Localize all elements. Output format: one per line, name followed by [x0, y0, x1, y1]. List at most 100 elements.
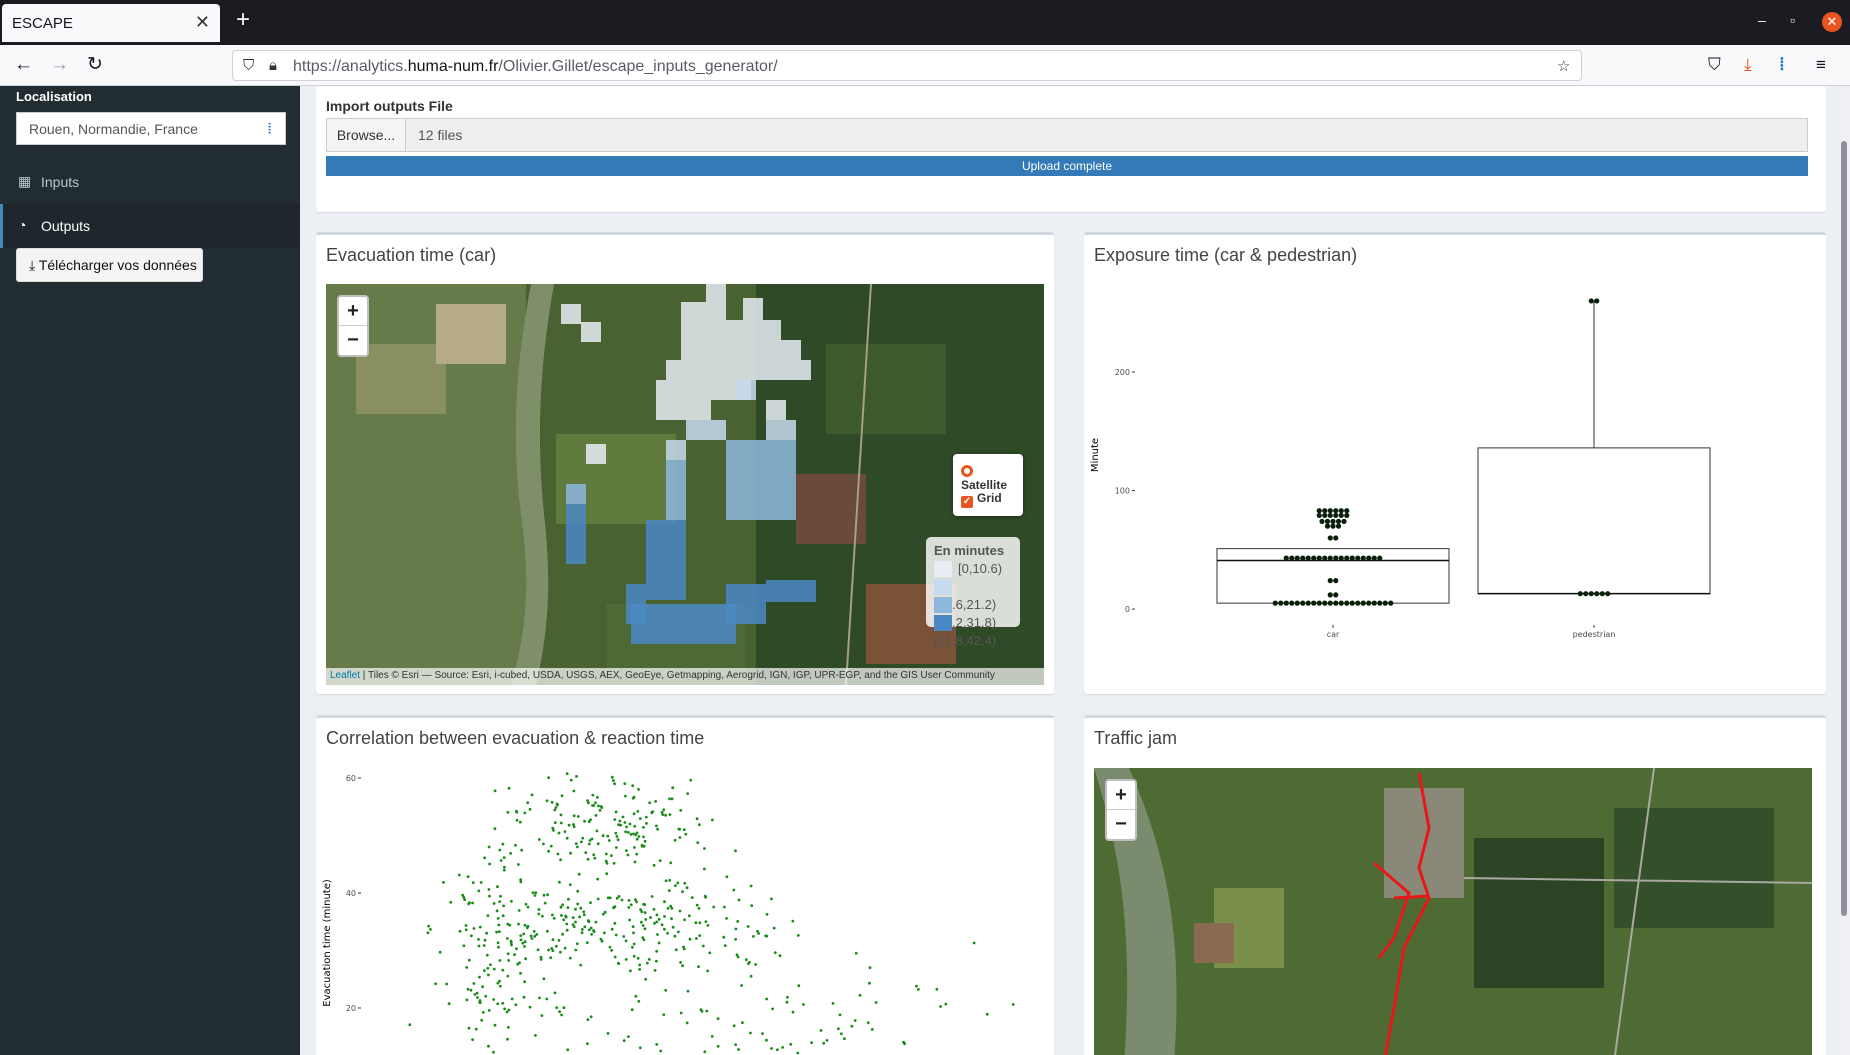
- data-point: [487, 888, 491, 891]
- zoom-out-button[interactable]: −: [1107, 810, 1135, 839]
- localisation-input[interactable]: [16, 112, 286, 145]
- shield-icon[interactable]: ⛉: [243, 57, 254, 74]
- evacuation-car-panel: Evacuation time (car) + − Satellite ✓ Gr…: [316, 232, 1054, 694]
- data-point: [831, 1002, 835, 1005]
- traffic-map[interactable]: + −: [1094, 768, 1812, 1055]
- data-point: [716, 1044, 720, 1048]
- url-bar[interactable]: ⛉ 🔒︎ https://analytics.huma-num.fr/Olivi…: [232, 50, 1582, 81]
- data-point: [703, 894, 707, 898]
- data-point: [1319, 518, 1325, 524]
- scrollbar-thumb[interactable]: [1841, 141, 1847, 916]
- data-point: [510, 997, 514, 1001]
- data-point: [637, 835, 641, 838]
- data-point: [537, 912, 541, 916]
- data-point: [1335, 523, 1342, 529]
- data-point: [568, 883, 572, 886]
- pocket-icon[interactable]: ⛉: [1708, 55, 1721, 75]
- data-point: [694, 921, 698, 925]
- sidebar-item-inputs[interactable]: ▦ Inputs: [0, 160, 300, 204]
- data-point: [638, 1046, 642, 1050]
- data-point: [503, 1007, 506, 1011]
- data-point: [493, 789, 497, 793]
- data-point: [837, 1027, 840, 1031]
- data-point: [426, 931, 430, 935]
- lock-icon[interactable]: 🔒︎: [269, 57, 277, 74]
- data-point: [703, 867, 706, 871]
- data-point: [605, 872, 609, 876]
- data-point: [542, 842, 545, 846]
- data-point: [520, 848, 524, 852]
- data-point: [555, 944, 558, 948]
- grid-layer-option[interactable]: ✓ Grid: [961, 491, 1002, 508]
- leaflet-link[interactable]: Leaflet: [330, 670, 360, 681]
- page-scrollbar[interactable]: [1838, 86, 1850, 1055]
- data-point: [666, 906, 670, 910]
- back-icon[interactable]: ←: [14, 54, 33, 76]
- data-point: [613, 921, 617, 925]
- data-point: [613, 955, 617, 959]
- data-point: [631, 796, 635, 800]
- download-data-button[interactable]: ⤓ Télécharger vos données: [16, 248, 203, 282]
- menu-icon[interactable]: ≡: [1816, 55, 1826, 75]
- satellite-layer-option[interactable]: Satellite: [961, 464, 1023, 492]
- data-point: [506, 1037, 509, 1041]
- zoom-in-button[interactable]: +: [1107, 781, 1135, 810]
- data-point: [686, 792, 690, 795]
- data-point: [523, 923, 527, 927]
- data-point: [566, 1048, 570, 1052]
- data-point: [627, 906, 631, 909]
- restore-icon[interactable]: ▫: [1790, 12, 1795, 28]
- data-point: [542, 977, 546, 981]
- data-point: [572, 789, 576, 793]
- data-point: [1316, 512, 1322, 519]
- forward-icon[interactable]: →: [50, 54, 69, 76]
- data-point: [553, 821, 557, 824]
- data-point: [633, 860, 637, 864]
- data-point: [674, 948, 678, 952]
- sidebar-item-outputs[interactable]: ◔ Outputs: [0, 204, 300, 248]
- data-point: [1333, 555, 1339, 561]
- data-point: [535, 933, 539, 936]
- minimize-icon[interactable]: –: [1758, 12, 1766, 28]
- data-point: [523, 980, 526, 984]
- browse-button[interactable]: Browse...: [326, 118, 406, 152]
- data-point: [461, 893, 465, 897]
- data-point: [786, 995, 789, 999]
- data-point: [442, 881, 445, 884]
- extension-icon[interactable]: ⦙: [1780, 55, 1784, 75]
- data-point: [502, 856, 506, 859]
- data-point: [765, 997, 768, 1001]
- data-point: [497, 923, 501, 927]
- evacuation-map[interactable]: + − Satellite ✓ Grid En minutes [0,10.6) …: [326, 284, 1044, 685]
- reload-icon[interactable]: ↻: [87, 54, 103, 76]
- data-point: [1327, 508, 1333, 514]
- window-close-icon[interactable]: ✕: [1822, 12, 1842, 32]
- data-point: [935, 987, 939, 991]
- data-point: [664, 988, 668, 992]
- data-point: [749, 1031, 752, 1035]
- data-point: [484, 994, 488, 998]
- files-field[interactable]: 12 files: [406, 118, 1808, 152]
- data-point: [562, 918, 566, 922]
- browser-tab[interactable]: ESCAPE ✕: [2, 4, 220, 42]
- data-point: [515, 947, 518, 951]
- data-point: [496, 917, 500, 920]
- data-point: [632, 954, 636, 958]
- data-point: [706, 969, 709, 973]
- bookmark-star-icon[interactable]: ☆: [1557, 57, 1570, 75]
- new-tab-icon[interactable]: +: [236, 8, 250, 32]
- data-point: [1344, 555, 1350, 561]
- zoom-in-button[interactable]: +: [339, 297, 367, 326]
- download-icon[interactable]: ⤓: [1744, 55, 1752, 75]
- data-point: [641, 924, 645, 927]
- data-point: [607, 839, 611, 842]
- data-point: [507, 786, 511, 790]
- data-point: [796, 934, 800, 937]
- tab-close-icon[interactable]: ✕: [195, 12, 210, 33]
- zoom-out-button[interactable]: −: [339, 326, 367, 355]
- data-point: [632, 942, 636, 946]
- data-point: [1366, 600, 1372, 606]
- extension-field-icon[interactable]: ⦙: [268, 120, 271, 137]
- import-label: Import outputs File: [326, 98, 453, 114]
- radio-selected-icon: [961, 465, 973, 477]
